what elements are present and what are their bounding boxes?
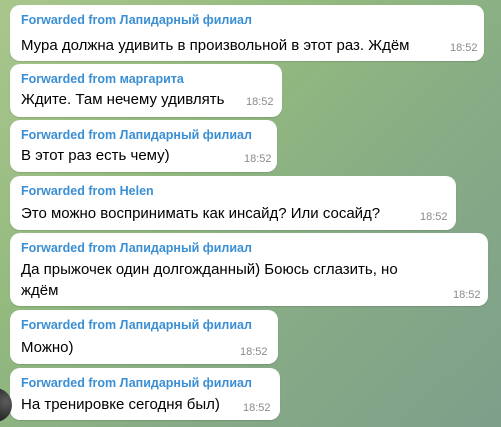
forwarded-from-label[interactable]: Forwarded from Лапидарный филиал [21,318,252,332]
message-bubble[interactable]: Forwarded from Helen Это можно восприним… [10,176,456,230]
forwarded-from-label[interactable]: Forwarded from Лапидарный филиал [21,241,252,255]
message-text: В этот раз есть чему) [21,147,170,164]
message-bubble[interactable]: Forwarded from Лапидарный филиал Мура до… [10,5,484,61]
message-bubble[interactable]: Forwarded from Лапидарный филиал Можно) … [10,310,278,364]
message-text: На тренировке сегодня был) [21,396,220,413]
forwarded-from-label[interactable]: Forwarded from Лапидарный филиал [21,376,252,390]
forwarded-from-label[interactable]: Forwarded from маргарита [21,72,184,86]
message-text: Можно) [21,339,74,356]
message-text: Да прыжочек один долгожданный) Боюсь сгл… [21,261,398,278]
forwarded-from-label[interactable]: Forwarded from Лапидарный филиал [21,13,252,27]
message-bubble[interactable]: Forwarded from Лапидарный филиал На трен… [10,368,280,420]
forwarded-from-label[interactable]: Forwarded from Helen [21,184,154,198]
message-text: Это можно воспринимать как инсайд? Или с… [21,205,381,222]
message-time: 18:52 [240,346,268,358]
message-text: Мура должна удивить в произвольной в это… [21,37,410,54]
message-bubble[interactable]: Forwarded from маргарита Ждите. Там нече… [10,64,282,117]
chat-history[interactable]: Forwarded from Лапидарный филиал Мура до… [0,0,501,427]
message-text: Ждите. Там нечему удивлять [21,91,225,108]
message-time: 18:52 [420,211,448,223]
message-time: 18:52 [453,289,481,301]
message-time: 18:52 [450,42,478,54]
message-text-continuation: ждём [21,282,59,299]
message-time: 18:52 [244,153,272,165]
forwarded-from-label[interactable]: Forwarded from Лапидарный филиал [21,128,252,142]
message-time: 18:52 [243,402,271,414]
message-bubble[interactable]: Forwarded from Лапидарный филиал Да прыж… [10,233,488,306]
message-time: 18:52 [246,96,274,108]
message-bubble[interactable]: Forwarded from Лапидарный филиал В этот … [10,120,277,172]
